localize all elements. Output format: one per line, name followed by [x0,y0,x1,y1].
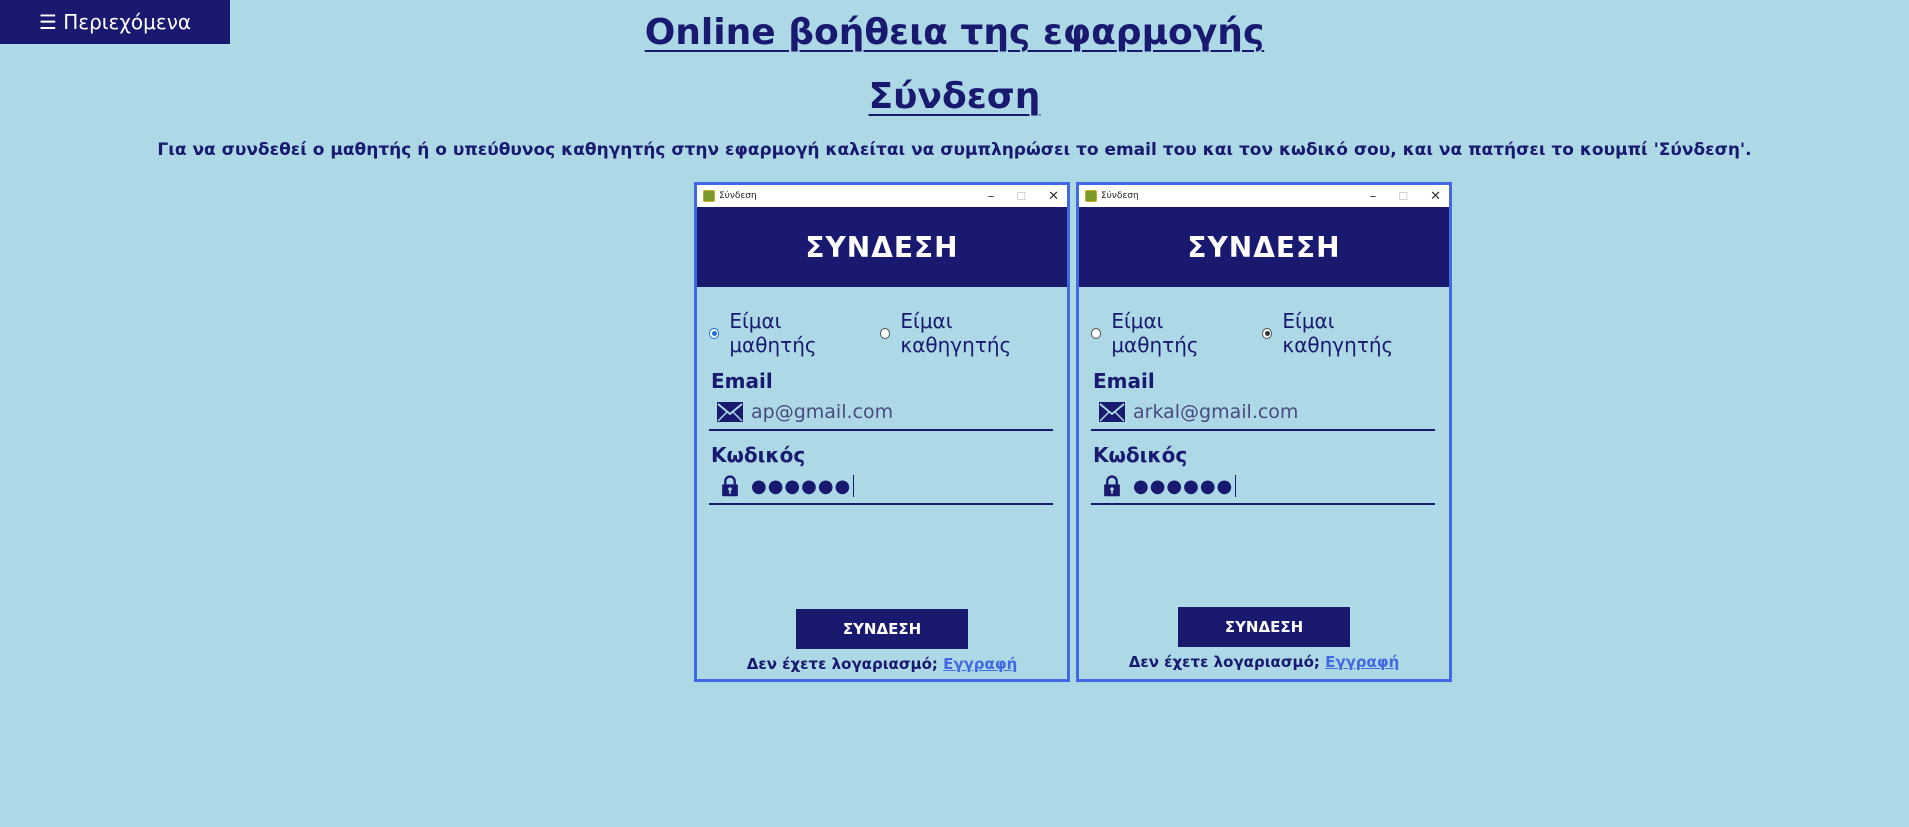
radio-student[interactable] [709,327,720,339]
password-value: ●●●●●● [1133,475,1234,497]
minimize-icon[interactable]: – [988,189,995,204]
section-description: Για να συνδεθεί ο μαθητής ή ο υπεύθυνος … [157,140,1752,160]
text-caret [1235,475,1237,497]
radio-teacher-label[interactable]: Είμαι καθηγητής [1282,309,1439,357]
password-label: Κωδικός [1093,443,1188,467]
email-field[interactable]: ap@gmail.com [709,395,1053,431]
signup-prompt: Δεν έχετε λογαριασμό; [1128,653,1320,671]
close-icon[interactable]: ✕ [1430,189,1441,204]
signup-prompt: Δεν έχετε λογαριασμό; [746,655,938,673]
email-label: Email [711,369,773,393]
password-field[interactable]: ●●●●●● [1091,469,1435,505]
screenshots-row: Σύνδεση – ☐ ✕ ΣΥΝΔΕΣΗ Είμαι μαθητής Είμα… [694,182,1452,682]
window-titlebar: Σύνδεση – ☐ ✕ [697,185,1067,207]
login-button[interactable]: ΣΥΝΔΕΣΗ [1178,607,1350,647]
window-controls: – ☐ ✕ [1370,185,1441,207]
window-title: Σύνδεση [719,191,757,201]
radio-teacher-label[interactable]: Είμαι καθηγητής [900,309,1057,357]
password-value: ●●●●●● [751,475,852,497]
radio-student[interactable] [1091,327,1102,339]
email-value: arkal@gmail.com [1133,401,1299,423]
email-value: ap@gmail.com [751,401,894,423]
role-selector: Είμαι μαθητής Είμαι καθηγητής [697,309,1067,357]
app-icon [703,190,715,202]
minimize-icon[interactable]: – [1370,189,1377,204]
radio-student-label[interactable]: Είμαι μαθητής [729,309,864,357]
window-title: Σύνδεση [1101,191,1139,201]
password-field[interactable]: ●●●●●● [709,469,1053,505]
page-title: Online βοήθεια της εφαρμογής [644,12,1265,53]
signup-row: Δεν έχετε λογαριασμό; Εγγραφή [697,655,1067,673]
lock-icon [722,475,738,497]
envelope-icon [1099,402,1125,422]
window-controls: – ☐ ✕ [988,185,1059,207]
password-label: Κωδικός [711,443,806,467]
radio-student-label[interactable]: Είμαι μαθητής [1111,309,1246,357]
signup-link[interactable]: Εγγραφή [1325,653,1399,671]
section-title-wrap: Σύνδεση [0,76,1909,117]
signup-link[interactable]: Εγγραφή [943,655,1017,673]
email-field[interactable]: arkal@gmail.com [1091,395,1435,431]
login-button[interactable]: ΣΥΝΔΕΣΗ [796,609,968,649]
window-titlebar: Σύνδεση – ☐ ✕ [1079,185,1449,207]
radio-teacher[interactable] [880,327,891,339]
section-title: Σύνδεση [868,76,1041,117]
login-header: ΣΥΝΔΕΣΗ [697,207,1067,287]
envelope-icon [717,402,743,422]
lock-icon [1104,475,1120,497]
app-icon [1085,190,1097,202]
email-label: Email [1093,369,1155,393]
page-title-wrap: Online βοήθεια της εφαρμογής [0,12,1909,53]
close-icon[interactable]: ✕ [1048,189,1059,204]
radio-teacher[interactable] [1262,327,1273,339]
maximize-icon[interactable]: ☐ [1398,190,1408,203]
role-selector: Είμαι μαθητής Είμαι καθηγητής [1079,309,1449,357]
text-caret [853,475,855,497]
login-window-teacher: Σύνδεση – ☐ ✕ ΣΥΝΔΕΣΗ Είμαι μαθητής Είμα… [1076,182,1452,682]
login-window-student: Σύνδεση – ☐ ✕ ΣΥΝΔΕΣΗ Είμαι μαθητής Είμα… [694,182,1070,682]
signup-row: Δεν έχετε λογαριασμό; Εγγραφή [1079,653,1449,671]
login-header: ΣΥΝΔΕΣΗ [1079,207,1449,287]
maximize-icon[interactable]: ☐ [1016,190,1026,203]
